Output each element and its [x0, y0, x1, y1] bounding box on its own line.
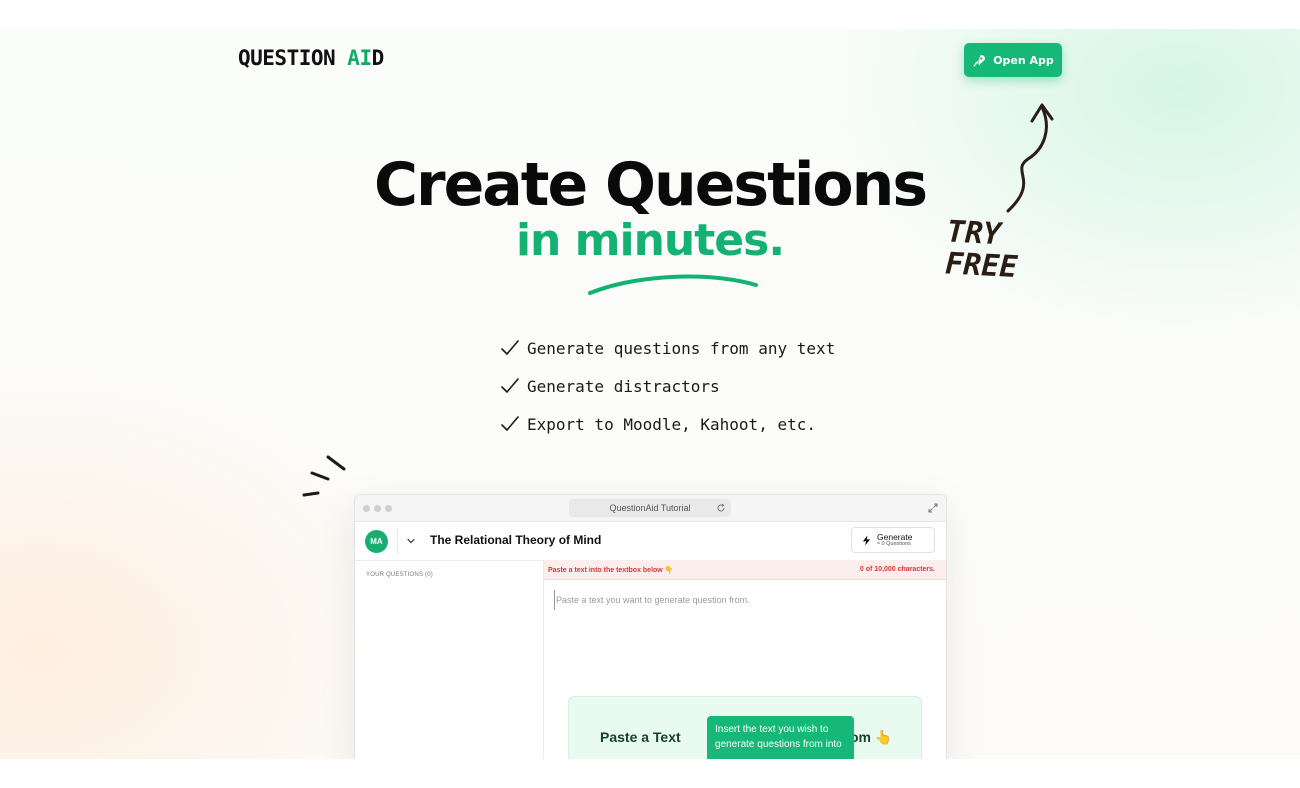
- brush-underline: [588, 274, 758, 295]
- feature-text: Generate questions from any text: [527, 338, 836, 358]
- open-app-label: Open App: [993, 53, 1054, 67]
- character-count: 0 of 10,000 characters.: [859, 566, 935, 573]
- paste-text-card: Paste a Text om 👆 Insert the text you wi…: [568, 696, 922, 759]
- expand-icon[interactable]: [928, 503, 938, 513]
- checkmark-icon: [501, 416, 519, 431]
- feature-text: Export to Moodle, Kahoot, etc.: [527, 414, 816, 434]
- feature-text: Generate distractors: [527, 376, 720, 396]
- window-dot-icon: [374, 505, 381, 512]
- paste-heading-right: om 👆: [850, 729, 893, 745]
- app-demo-window: QuestionAid Tutorial MA The Relational T…: [354, 494, 947, 759]
- your-questions-label: YOUR QUESTIONS (0): [366, 572, 433, 578]
- window-dot-icon: [385, 505, 392, 512]
- try-free-doodle: TRY FREE: [944, 214, 1047, 286]
- hero-title: Create Questions: [373, 150, 928, 220]
- generate-count: ≈ 0 Questions: [877, 541, 911, 547]
- character-notice-bar: Paste a text into the textbox below 👇 0 …: [544, 560, 946, 580]
- questions-sidebar: YOUR QUESTIONS (0): [355, 560, 544, 759]
- try-free-line2: FREE: [944, 246, 1019, 286]
- generate-button[interactable]: Generate ≈ 0 Questions: [851, 527, 935, 553]
- source-text-input[interactable]: [554, 590, 936, 610]
- document-title[interactable]: The Relational Theory of Mind: [430, 533, 601, 547]
- questionaid-logo[interactable]: QUESTION AID: [238, 46, 384, 70]
- browser-chrome: QuestionAid Tutorial: [355, 495, 946, 522]
- onboarding-tooltip: Insert the text you wish to generate que…: [707, 716, 854, 759]
- app-toolbar: MA The Relational Theory of Mind Generat…: [355, 522, 946, 561]
- feature-item: Generate questions from any text: [500, 329, 835, 367]
- paste-heading-left: Paste a Text: [600, 729, 681, 745]
- logo-tail: D: [371, 46, 385, 70]
- lightning-icon: [862, 534, 871, 546]
- text-editor-pane: Paste a text into the textbox below 👇 0 …: [544, 560, 946, 759]
- reload-icon[interactable]: [716, 503, 726, 513]
- open-app-button[interactable]: Open App: [964, 43, 1062, 77]
- chevron-down-icon[interactable]: [406, 536, 416, 546]
- feature-item: Export to Moodle, Kahoot, etc.: [500, 405, 835, 443]
- rocket-icon: [973, 54, 986, 67]
- avatar[interactable]: MA: [365, 530, 388, 553]
- logo-accent: AI: [347, 46, 372, 70]
- feature-item: Generate distractors: [500, 367, 835, 405]
- divider: [397, 528, 398, 554]
- feature-list: Generate questions from any text Generat…: [500, 329, 835, 443]
- notice-instruction: Paste a text into the textbox below 👇: [548, 566, 674, 574]
- generate-label: Generate: [877, 531, 913, 542]
- url-bar[interactable]: QuestionAid Tutorial: [569, 499, 731, 517]
- landing-page: QUESTION AID Open App Create Questions i…: [0, 29, 1300, 759]
- checkmark-icon: [501, 378, 519, 393]
- logo-text: QUESTION: [238, 46, 348, 70]
- window-dot-icon: [363, 505, 370, 512]
- checkmark-icon: [501, 340, 519, 355]
- spark-lines-icon: [302, 455, 346, 497]
- hero-subtitle: in minutes.: [515, 215, 785, 266]
- url-title: QuestionAid Tutorial: [609, 503, 691, 513]
